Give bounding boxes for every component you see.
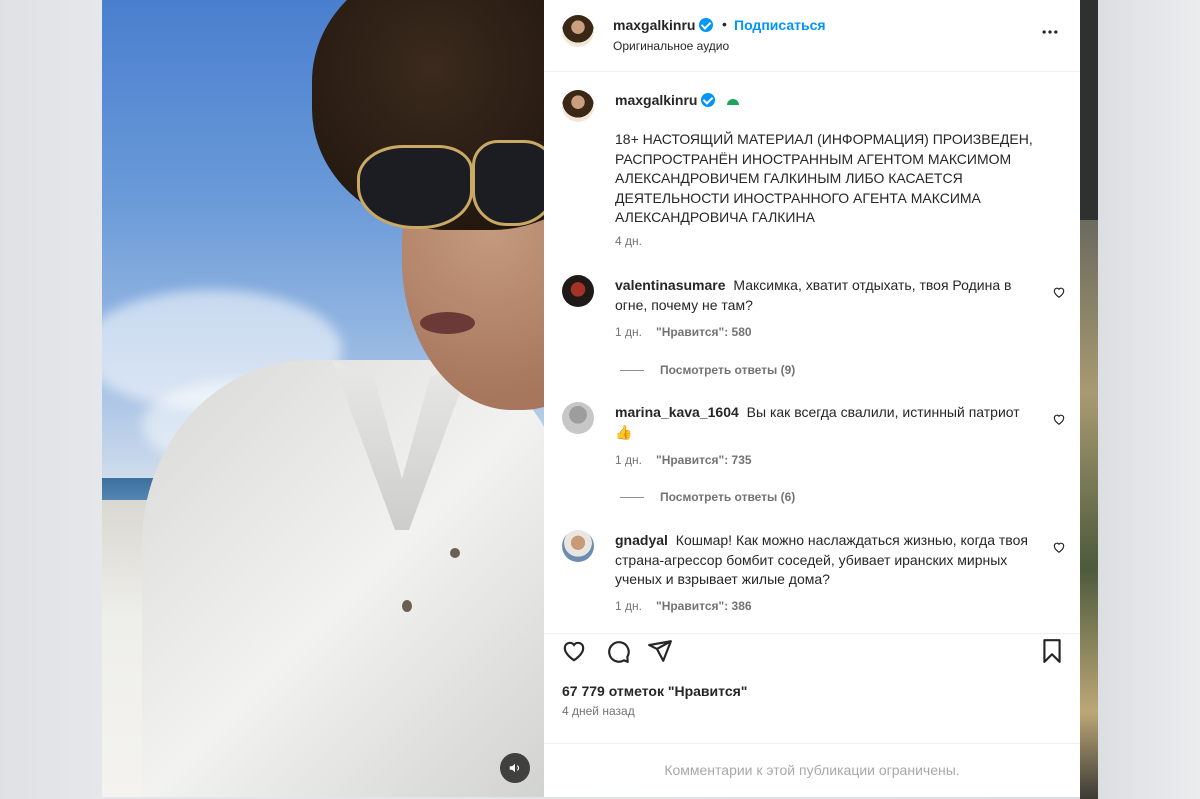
- shirt-button: [450, 548, 460, 558]
- comment-item: valentinasumare Максимка, хватит отдыхат…: [615, 276, 1035, 315]
- comment-username[interactable]: valentinasumare: [615, 277, 726, 293]
- comment-avatar[interactable]: [562, 275, 594, 307]
- post-panel: maxgalkinru • Подписаться Оригинальное а…: [544, 0, 1080, 797]
- comment-time[interactable]: 1 дн.: [615, 453, 642, 467]
- comment-like-heart-icon[interactable]: [1052, 285, 1066, 299]
- comment-likes[interactable]: "Нравится": 386: [656, 599, 752, 613]
- author-avatar[interactable]: [562, 15, 594, 47]
- view-replies-button[interactable]: Посмотреть ответы (9): [620, 363, 795, 377]
- next-post-thumbnail: [1080, 220, 1098, 799]
- caption-time[interactable]: 4 дн.: [615, 234, 642, 248]
- comment-likes[interactable]: "Нравится": 580: [656, 325, 752, 339]
- caption-username[interactable]: maxgalkinru: [615, 92, 697, 108]
- reel-video[interactable]: [102, 0, 544, 797]
- comment-username[interactable]: marina_kava_1604: [615, 404, 739, 420]
- replies-line: [620, 497, 644, 499]
- more-options-button[interactable]: [1040, 22, 1060, 47]
- verified-badge-icon: [701, 93, 716, 107]
- author-name[interactable]: maxgalkinru: [613, 17, 714, 35]
- backdrop-right: [1098, 0, 1200, 799]
- green-status-icon: [726, 99, 739, 105]
- heart-icon[interactable]: [561, 638, 587, 664]
- comment-like-heart-icon[interactable]: [1052, 412, 1066, 426]
- more-horizontal-icon: [1042, 30, 1058, 34]
- follow-button[interactable]: Подписаться: [734, 17, 826, 33]
- verified-badge-icon: [699, 18, 714, 32]
- likes-count[interactable]: 67 779 отметок "Нравится": [562, 683, 747, 699]
- comment-username[interactable]: gnadyal: [615, 532, 668, 548]
- post-header: maxgalkinru • Подписаться Оригинальное а…: [544, 0, 1080, 72]
- video-person-sunglasses: [357, 145, 473, 229]
- comment-body: Кошмар! Как можно наслаждаться жизнью, к…: [615, 532, 1028, 587]
- comment-icon[interactable]: [605, 638, 631, 664]
- view-replies-label: Посмотреть ответы (9): [660, 363, 796, 377]
- comment-avatar[interactable]: [562, 530, 594, 562]
- author-username[interactable]: maxgalkinru: [613, 17, 695, 33]
- speaker-icon: [509, 763, 520, 773]
- comment-item: marina_kava_1604 Вы как всегда свалили, …: [615, 403, 1035, 442]
- shirt-button: [402, 600, 412, 612]
- header-separator: •: [722, 16, 727, 32]
- comments-section: maxgalkinru 18+ НАСТОЯЩИЙ МАТЕРИАЛ (ИНФО…: [544, 72, 1080, 632]
- comment-time[interactable]: 1 дн.: [615, 325, 642, 339]
- comment-item: gnadyal Кошмар! Как можно наслаждаться ж…: [615, 531, 1035, 590]
- comment-likes[interactable]: "Нравится": 735: [656, 453, 752, 467]
- bookmark-icon[interactable]: [1039, 638, 1065, 664]
- view-replies-label: Посмотреть ответы (6): [660, 490, 796, 504]
- caption-avatar[interactable]: [562, 90, 594, 122]
- audio-label[interactable]: Оригинальное аудио: [613, 39, 729, 53]
- video-person-sunglasses: [472, 140, 544, 226]
- view-replies-button[interactable]: Посмотреть ответы (6): [620, 490, 795, 504]
- caption-author: maxgalkinru: [615, 92, 740, 110]
- mute-button[interactable]: [500, 753, 530, 783]
- post-date[interactable]: 4 дней назад: [562, 704, 635, 718]
- next-post-preview[interactable]: [1080, 0, 1098, 799]
- video-person-shirt: [142, 360, 544, 797]
- comment-time[interactable]: 1 дн.: [615, 599, 642, 613]
- comments-restricted-notice: Комментарии к этой публикации ограничены…: [544, 743, 1080, 798]
- send-icon[interactable]: [647, 638, 673, 664]
- caption-text: 18+ НАСТОЯЩИЙ МАТЕРИАЛ (ИНФОРМАЦИЯ) ПРОИ…: [615, 131, 1033, 225]
- comment-like-heart-icon[interactable]: [1052, 540, 1066, 554]
- replies-line: [620, 370, 644, 372]
- video-person-mouth: [420, 312, 475, 334]
- comment-avatar[interactable]: [562, 402, 594, 434]
